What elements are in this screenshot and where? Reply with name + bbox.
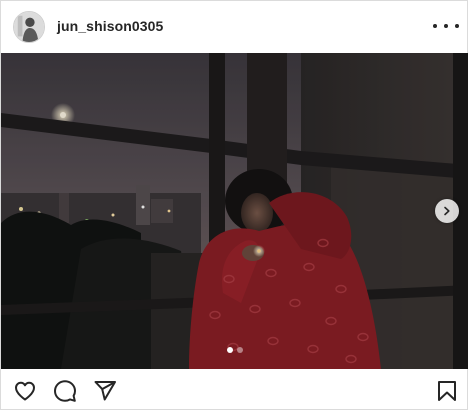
carousel-dot <box>237 347 243 353</box>
action-bar <box>1 369 468 410</box>
heart-icon <box>15 381 35 401</box>
chevron-right-icon <box>444 206 450 216</box>
more-dot <box>433 24 437 28</box>
bookmark-icon <box>438 381 456 401</box>
username[interactable]: jun_shison0305 <box>57 18 163 34</box>
share-button[interactable] <box>93 379 117 403</box>
comment-icon <box>54 380 76 402</box>
comment-button[interactable] <box>53 379 77 403</box>
avatar[interactable] <box>13 11 45 43</box>
more-dot <box>455 24 459 28</box>
instagram-post: jun_shison0305 <box>0 0 468 410</box>
paper-plane-icon <box>94 381 116 401</box>
avatar-image <box>14 12 44 42</box>
more-dot <box>444 24 448 28</box>
like-button[interactable] <box>13 379 37 403</box>
save-button[interactable] <box>435 379 459 403</box>
photo-scene <box>1 53 468 369</box>
carousel-dot-active <box>227 347 233 353</box>
post-photo[interactable] <box>1 53 468 369</box>
next-slide-button[interactable] <box>435 199 459 223</box>
carousel-indicator <box>227 347 243 353</box>
post-header: jun_shison0305 <box>1 1 468 53</box>
more-options-icon[interactable] <box>433 15 459 37</box>
